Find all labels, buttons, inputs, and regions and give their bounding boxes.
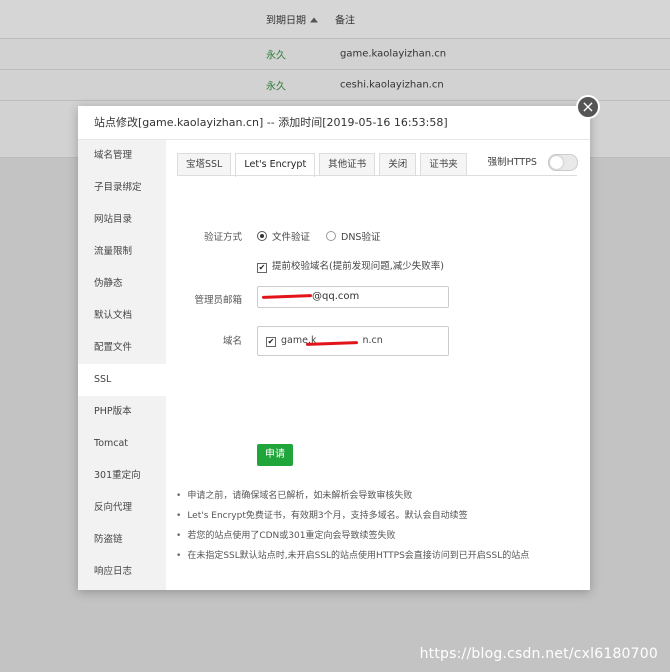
tab-lets-encrypt[interactable]: Let's Encrypt — [235, 153, 316, 177]
sidebar-item-hotlink[interactable]: 防盗链 — [78, 524, 166, 556]
sidebar-item-redirect[interactable]: 301重定向 — [78, 460, 166, 492]
radio-unselected-icon[interactable] — [326, 231, 336, 241]
sidebar-item-site-dir[interactable]: 网站目录 — [78, 204, 166, 236]
precheck-option[interactable]: ✔ 提前校验域名(提前发现问题,减少失败率) — [257, 258, 444, 273]
sidebar-item-log[interactable]: 响应日志 — [78, 556, 166, 588]
sidebar-item-tomcat[interactable]: Tomcat — [78, 428, 166, 460]
sidebar-item-php[interactable]: PHP版本 — [78, 396, 166, 428]
list-item: 申请之前，请确保域名已解析，如未解析会导致审核失败 — [176, 486, 529, 506]
sidebar-item-proxy[interactable]: 反向代理 — [78, 492, 166, 524]
table-row[interactable]: 永久 ceshi.kaolayizhan.cn — [0, 70, 670, 101]
sidebar-item-default-doc[interactable]: 默认文档 — [78, 300, 166, 332]
sidebar-item-subdir[interactable]: 子目录绑定 — [78, 172, 166, 204]
sidebar-item-traffic-limit[interactable]: 流量限制 — [78, 236, 166, 268]
tab-other-cert[interactable]: 其他证书 — [319, 153, 376, 176]
force-https: 强制HTTPS — [488, 154, 578, 171]
expire-column-header[interactable]: 到期日期 — [266, 12, 318, 27]
note-cell: ceshi.kaolayizhan.cn — [340, 79, 444, 91]
ssl-tabs: 宝塔SSL Let's Encrypt 其他证书 关闭 证书夹 — [177, 153, 471, 177]
expire-cell: 永久 — [266, 50, 286, 62]
table-row[interactable]: 永久 game.kaolayizhan.cn — [0, 39, 670, 70]
toggle-knob — [550, 156, 563, 169]
settings-sidebar: 域名管理 子目录绑定 网站目录 流量限制 伪静态 默认文档 配置文件 SSL P… — [78, 140, 166, 590]
tab-cert-folder[interactable]: 证书夹 — [420, 153, 467, 176]
sidebar-item-rewrite[interactable]: 伪静态 — [78, 268, 166, 300]
site-edit-dialog: 站点修改[game.kaolayizhan.cn] -- 添加时间[2019-0… — [78, 106, 590, 590]
tips-list: 申请之前，请确保域名已解析，如未解析会导致审核失败 Let's Encrypt免… — [176, 486, 529, 566]
ssl-panel: 宝塔SSL Let's Encrypt 其他证书 关闭 证书夹 强制HTTPS … — [166, 140, 590, 590]
list-item: Let's Encrypt免费证书，有效期3个月，支持多域名。默认会自动续签 — [176, 506, 529, 526]
file-verify-option[interactable]: 文件验证 — [257, 229, 310, 243]
dialog-title: 站点修改[game.kaolayizhan.cn] -- 添加时间[2019-0… — [78, 106, 590, 140]
force-https-toggle[interactable] — [548, 154, 578, 171]
checkbox-checked-icon[interactable]: ✔ — [266, 337, 276, 347]
verify-method-label: 验证方式 — [203, 232, 242, 243]
sidebar-item-domain[interactable]: 域名管理 — [78, 140, 166, 172]
close-icon: × — [581, 97, 595, 116]
admin-email-label: 管理员邮箱 — [194, 295, 242, 306]
close-dialog-button[interactable]: × — [576, 95, 600, 119]
domain-label: 域名 — [222, 336, 242, 347]
list-item: 若您的站点使用了CDN或301重定向会导致续签失败 — [176, 526, 529, 546]
sort-asc-icon — [310, 17, 318, 23]
table-header: 到期日期 备注 — [0, 0, 670, 39]
apply-button[interactable]: 申请 — [257, 444, 293, 466]
list-item: 在未指定SSL默认站点时,未开启SSL的站点使用HTTPS会直接访问到已开启SS… — [176, 546, 529, 566]
sidebar-item-ssl[interactable]: SSL — [78, 364, 166, 396]
tab-divider — [177, 175, 577, 176]
force-https-label: 强制HTTPS — [487, 157, 537, 168]
watermark-text: https://blog.csdn.net/cxl6180700 — [419, 646, 658, 662]
tab-bt-ssl[interactable]: 宝塔SSL — [177, 153, 232, 176]
checkbox-checked-icon[interactable]: ✔ — [257, 263, 267, 273]
note-cell: game.kaolayizhan.cn — [340, 48, 447, 60]
note-column-header: 备注 — [335, 15, 355, 27]
tab-close[interactable]: 关闭 — [379, 153, 417, 176]
radio-selected-icon[interactable] — [257, 231, 267, 241]
expire-cell: 永久 — [266, 81, 286, 93]
dns-verify-option[interactable]: DNS验证 — [326, 229, 380, 243]
sidebar-item-config[interactable]: 配置文件 — [78, 332, 166, 364]
